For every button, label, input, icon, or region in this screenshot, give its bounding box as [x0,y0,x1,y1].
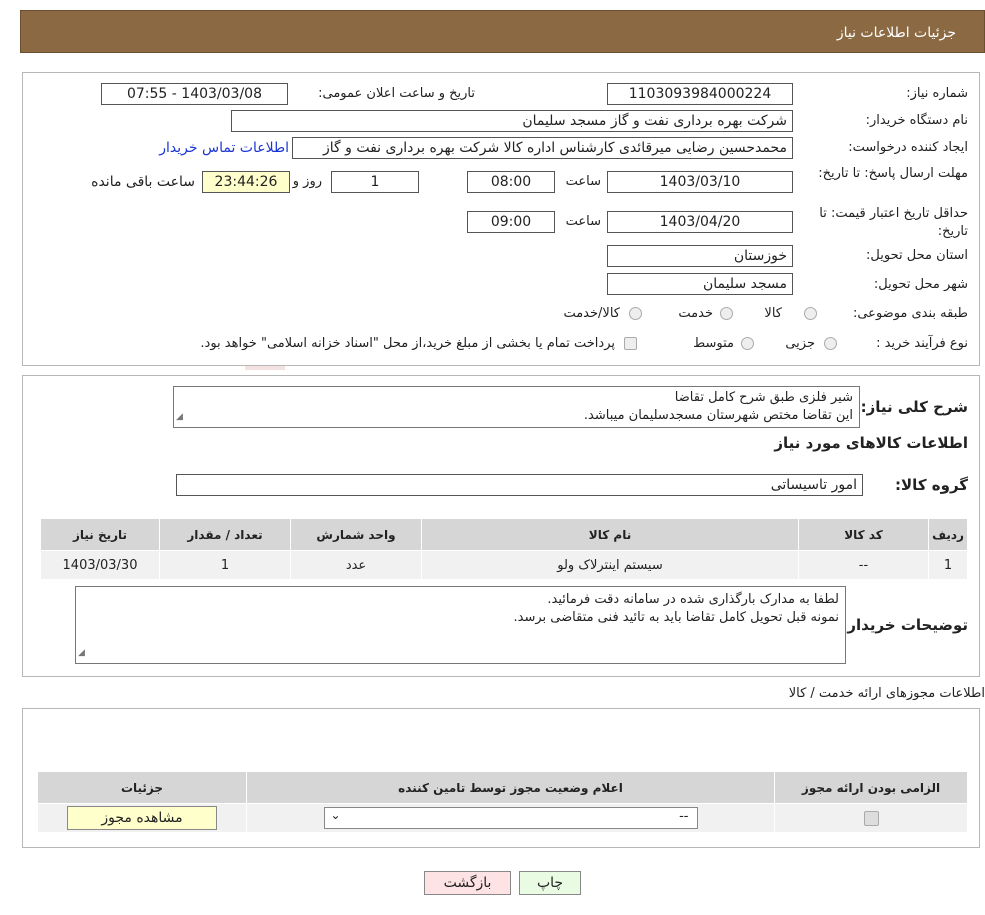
deadline-time-field: 08:00 [467,171,555,193]
back-button[interactable]: بازگشت [424,871,511,895]
province-field: خوزستان [607,245,793,267]
col-name: نام کالا [421,518,799,551]
cell-row: 1 [928,550,968,580]
permits-section-title: اطلاعات مجوزهای ارائه خدمت / کالا [788,686,985,701]
cell-permit-status: -- ⌄ [246,803,775,833]
deadline-date-field: 1403/03/10 [607,171,793,193]
cell-permit-required [774,803,968,833]
process-radio-medium[interactable] [741,337,754,350]
col-date: تاریخ نیاز [40,518,160,551]
announce-date-label: تاریخ و ساعت اعلان عمومی: [318,86,475,101]
description-line-1: شیر فلزی طبق شرح کامل تقاضا [674,390,853,405]
time-remaining-label: ساعت باقی مانده [91,174,195,190]
validity-time-label: ساعت [565,214,601,229]
cell-unit: عدد [290,550,422,580]
permits-table: الزامی بودن ارائه مجوز اعلام وضعیت مجوز … [37,771,968,833]
process-radio-small[interactable] [824,337,837,350]
print-button[interactable]: چاپ [519,871,581,895]
price-validity-label: حداقل تاریخ اعتبار قیمت: تا تاریخ: [819,206,968,239]
purchase-process-label: نوع فرآیند خرید : [876,336,968,351]
request-creator-label: ایجاد کننده درخواست: [848,140,968,155]
cell-code: -- [798,550,929,580]
process-option-medium: متوسط [693,336,734,351]
col-row: ردیف [928,518,968,551]
view-permit-button[interactable]: مشاهده مجوز [67,806,217,830]
goods-group-field: امور تاسیساتی [176,474,863,496]
col-unit: واحد شمارش [290,518,422,551]
description-label: شرح کلی نیاز: [860,398,968,416]
buyer-contact-link[interactable]: اطلاعات تماس خریدار [159,140,289,156]
category-radio-goods-service[interactable] [629,307,642,320]
category-radio-goods[interactable] [804,307,817,320]
permit-required-checkbox[interactable] [863,810,879,826]
city-label: شهر محل تحویل: [873,277,968,292]
process-option-small: جزیی [785,336,815,351]
days-label: روز و [292,174,322,189]
goods-group-label: گروه کالا: [895,476,968,494]
treasury-payment-note: پرداخت تمام یا بخشی از مبلغ خرید،از محل … [200,336,615,351]
resize-grip-icon[interactable]: ◢ [176,408,183,426]
buyer-org-field: شرکت بهره برداری نفت و گاز مسجد سلیمان [231,110,793,132]
table-row: -- ⌄ مشاهده مجوز [37,803,968,833]
col-permit-status: اعلام وضعیت مجوز توسط تامین کننده [246,771,775,804]
table-row: 1 -- سیستم اینترلاک ولو عدد 1 1403/03/30 [40,550,968,580]
buyer-notes-label: توضیحات خریدار: [841,616,968,634]
col-qty: تعداد / مقدار [159,518,291,551]
col-permit-required: الزامی بودن ارائه مجوز [774,771,968,804]
category-option-goods: کالا [764,306,782,321]
buyer-notes-textarea[interactable]: لطفا به مدارک بارگذاری شده در سامانه دقت… [75,586,846,664]
buyer-notes-line-1: لطفا به مدارک بارگذاری شده در سامانه دقت… [547,592,839,607]
need-number-label: شماره نیاز: [906,86,968,101]
announce-date-field: 1403/03/08 - 07:55 [101,83,288,105]
page-title: جزئیات اطلاعات نیاز [836,25,956,41]
validity-time-field: 09:00 [467,211,555,233]
permit-status-value: -- [679,809,689,824]
description-textarea[interactable]: شیر فلزی طبق شرح کامل تقاضا این تقاضا مخ… [173,386,860,428]
need-number-field: 1103093984000224 [607,83,793,105]
request-creator-field: محمدحسین رضایی میرقائدی کارشناس اداره کا… [292,137,793,159]
buyer-notes-line-2: نمونه قبل تحویل کامل تقاضا باید به تائید… [513,610,839,625]
cell-permit-details: مشاهده مجوز [37,803,247,833]
chevron-down-icon: ⌄ [330,808,341,822]
resize-grip-icon[interactable]: ◢ [78,644,85,662]
days-remaining-field: 1 [331,171,419,193]
description-line-2: این تقاضا مختص شهرستان مسجدسلیمان میباشد… [583,408,853,423]
cell-qty: 1 [159,550,291,580]
deadline-label: مهلت ارسال پاسخ: تا تاریخ: [818,166,968,181]
treasury-checkbox[interactable] [624,337,637,350]
goods-section-title: اطلاعات کالاهای مورد نیاز [774,434,968,452]
city-field: مسجد سلیمان [607,273,793,295]
category-option-goods-service: کالا/خدمت [563,306,620,321]
time-remaining-field: 23:44:26 [202,171,290,193]
buyer-org-label: نام دستگاه خریدار: [865,113,968,128]
category-radio-service[interactable] [720,307,733,320]
cell-date: 1403/03/30 [40,550,160,580]
col-code: کد کالا [798,518,929,551]
page-header: جزئیات اطلاعات نیاز [20,10,985,53]
cell-name: سیستم اینترلاک ولو [421,550,799,580]
goods-table: ردیف کد کالا نام کالا واحد شمارش تعداد /… [40,518,968,580]
validity-date-field: 1403/04/20 [607,211,793,233]
province-label: استان محل تحویل: [866,248,968,263]
category-option-service: خدمت [678,306,713,321]
permit-status-select[interactable]: -- ⌄ [323,807,698,829]
category-label: طبقه بندی موضوعی: [852,306,968,321]
deadline-time-label: ساعت [565,174,601,189]
col-permit-details: جزئیات [37,771,247,804]
